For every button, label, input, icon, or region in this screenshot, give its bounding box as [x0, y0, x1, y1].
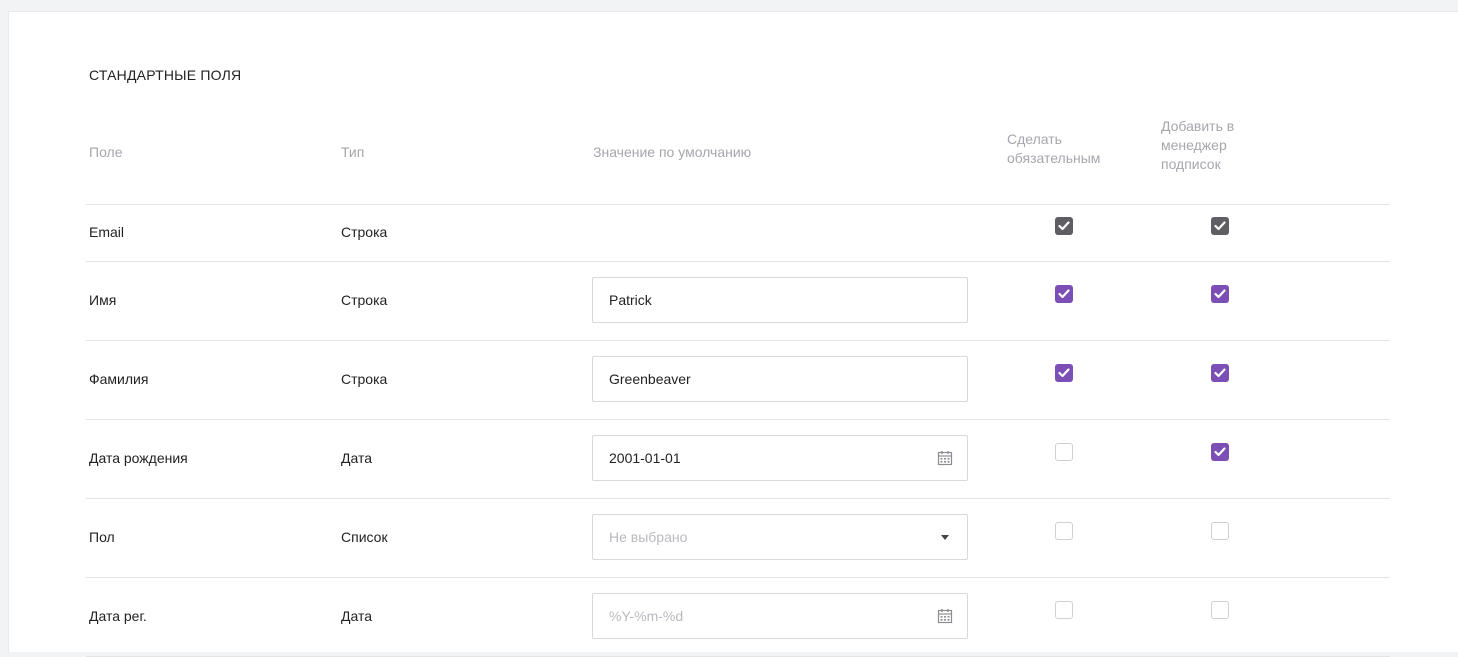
required-checkbox[interactable]: [1055, 443, 1073, 461]
field-type: Дата: [341, 450, 373, 466]
chevron-down-icon[interactable]: [941, 535, 949, 540]
calendar-icon[interactable]: [937, 450, 953, 466]
default-value-text: Patrick: [609, 292, 652, 308]
required-checkbox[interactable]: [1055, 285, 1073, 303]
field-name: Email: [89, 224, 125, 240]
table-body: Email Строка Имя Строка Patrick Фамилия Строка…: [86, 205, 1390, 657]
default-text-input[interactable]: Patrick: [592, 277, 968, 323]
subscription-checkbox[interactable]: [1211, 601, 1229, 619]
column-header-subscription-line: менеджер: [1161, 137, 1227, 153]
column-header-field: Поле: [89, 144, 123, 160]
fields-table: Поле Тип Значение по умолчанию Сделать о…: [86, 110, 1390, 657]
required-checkbox[interactable]: [1055, 364, 1073, 382]
default-date-input[interactable]: %Y-%m-%d: [592, 593, 968, 639]
field-type: Строка: [341, 224, 388, 240]
field-type: Дата: [341, 608, 373, 624]
column-header-required-line: обязательным: [1007, 150, 1101, 166]
checkmark-icon: [1214, 221, 1226, 231]
field-name: Фамилия: [89, 371, 149, 387]
checkmark-icon: [1214, 289, 1226, 299]
placeholder-text: %Y-%m-%d: [609, 608, 684, 624]
field-name: Имя: [89, 292, 117, 308]
subscription-checkbox[interactable]: [1211, 522, 1229, 540]
table-row: Пол Список Не выбрано: [86, 499, 1390, 578]
column-header-default: Значение по умолчанию: [593, 144, 752, 160]
required-checkbox[interactable]: [1055, 217, 1073, 235]
field-type: Список: [341, 529, 388, 545]
field-type: Строка: [341, 371, 388, 387]
default-value-text: Greenbeaver: [609, 371, 691, 387]
checkmark-icon: [1058, 221, 1070, 231]
placeholder-text: Не выбрано: [609, 529, 688, 545]
table-header: Поле Тип Значение по умолчанию Сделать о…: [86, 110, 1390, 205]
checkmark-icon: [1214, 447, 1226, 457]
subscription-checkbox[interactable]: [1211, 443, 1229, 461]
standard-fields-panel: СТАНДАРТНЫЕ ПОЛЯ Поле Тип Значение по ум…: [8, 11, 1458, 657]
table-row: Имя Строка Patrick: [86, 262, 1390, 341]
subscription-checkbox[interactable]: [1211, 217, 1229, 235]
calendar-icon[interactable]: [937, 608, 953, 624]
subscription-checkbox[interactable]: [1211, 364, 1229, 382]
default-text-input[interactable]: Greenbeaver: [592, 356, 968, 402]
table-row: Фамилия Строка Greenbeaver: [86, 341, 1390, 420]
required-checkbox[interactable]: [1055, 601, 1073, 619]
checkmark-icon: [1214, 368, 1226, 378]
table-row: Дата рег. Дата %Y-%m-%d: [86, 578, 1390, 657]
checkmark-icon: [1058, 289, 1070, 299]
column-header-required-line: Сделать: [1007, 131, 1062, 147]
required-checkbox[interactable]: [1055, 522, 1073, 540]
subscription-checkbox[interactable]: [1211, 285, 1229, 303]
checkmark-icon: [1058, 368, 1070, 378]
default-select[interactable]: Не выбрано: [592, 514, 968, 560]
column-header-subscription-line: подписок: [1161, 156, 1221, 172]
field-type: Строка: [341, 292, 388, 308]
section-title: СТАНДАРТНЫЕ ПОЛЯ: [89, 67, 242, 83]
column-header-subscription: Добавить в менеджер подписок: [1161, 117, 1234, 174]
column-header-subscription-line: Добавить в: [1161, 118, 1235, 134]
field-name: Дата рег.: [89, 608, 147, 624]
column-header-type: Тип: [341, 144, 365, 160]
default-date-input[interactable]: 2001-01-01: [592, 435, 968, 481]
field-name: Пол: [89, 529, 115, 545]
field-name: Дата рождения: [89, 450, 188, 466]
table-row: Email Строка: [86, 205, 1390, 262]
table-row: Дата рождения Дата 2001-01-01: [86, 420, 1390, 499]
default-value-text: 2001-01-01: [609, 450, 681, 466]
column-header-required: Сделать обязательным: [1007, 130, 1100, 168]
